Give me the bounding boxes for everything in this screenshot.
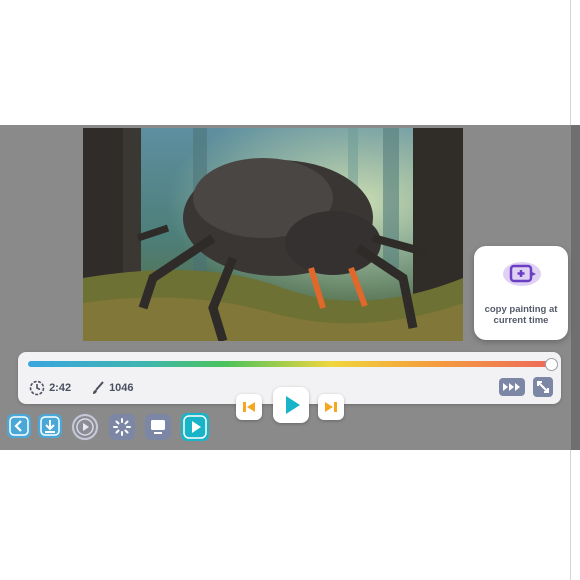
expand-icon <box>537 381 549 393</box>
download-button[interactable] <box>38 414 62 438</box>
progress-handle[interactable] <box>545 358 558 371</box>
brush-icon <box>93 381 104 395</box>
screen-button[interactable] <box>145 414 171 440</box>
screen-icon <box>151 420 165 434</box>
replay-button[interactable] <box>71 413 99 441</box>
copy-painting-label: copy painting at current time <box>484 304 558 326</box>
painting-canvas <box>83 128 463 341</box>
strokes-stat: 1046 <box>90 380 134 396</box>
previous-button[interactable] <box>236 394 262 420</box>
progress-fill <box>28 361 551 367</box>
time-value: 2:42 <box>49 382 72 394</box>
next-button[interactable] <box>318 394 344 420</box>
play-toolbar-button[interactable] <box>181 413 209 441</box>
strokes-value: 1046 <box>109 382 134 394</box>
replay-circle-icon <box>72 414 98 440</box>
download-icon <box>40 416 60 436</box>
scrollbar[interactable] <box>571 125 580 450</box>
skip-back-icon <box>243 402 255 412</box>
loading-button[interactable] <box>109 414 135 440</box>
fast-forward-icon <box>503 383 520 391</box>
play-button[interactable] <box>273 387 309 423</box>
copy-painting-button[interactable]: copy painting at current time <box>474 246 568 340</box>
play-icon <box>183 415 207 439</box>
copy-add-icon <box>503 262 541 286</box>
progress-track[interactable] <box>28 361 551 367</box>
play-icon <box>286 396 300 414</box>
back-button[interactable] <box>7 414 31 438</box>
clock-icon <box>29 380 45 396</box>
fullscreen-button[interactable] <box>533 377 553 397</box>
skip-forward-icon <box>325 402 337 412</box>
back-icon <box>9 416 29 436</box>
speed-button[interactable] <box>499 378 525 396</box>
loading-icon <box>113 418 131 436</box>
time-stat: 2:42 <box>28 380 71 396</box>
